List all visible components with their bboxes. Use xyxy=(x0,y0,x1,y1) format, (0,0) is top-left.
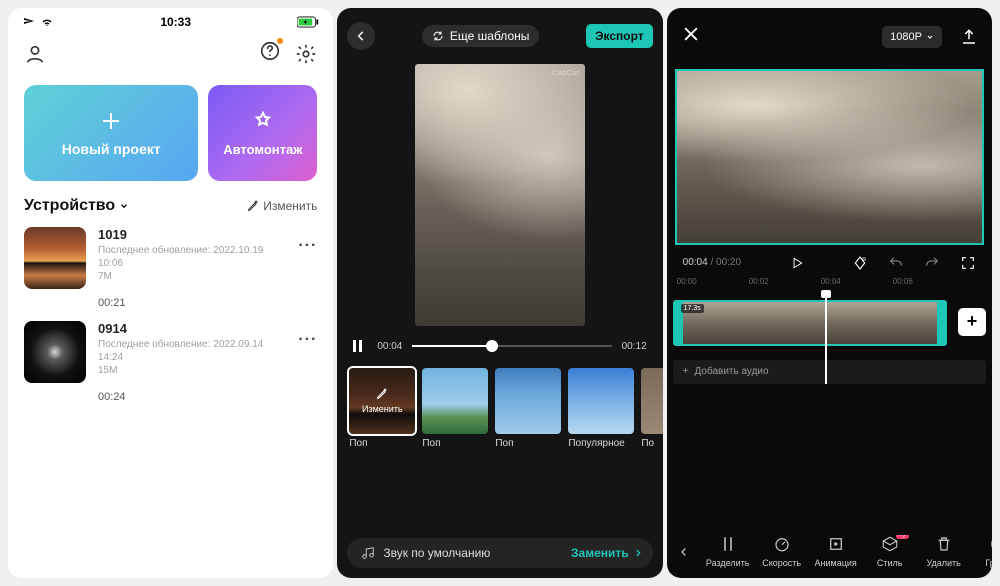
speed-icon xyxy=(773,535,791,553)
current-time: 00:04 xyxy=(377,341,402,352)
tool-style[interactable]: try Стиль xyxy=(863,535,917,568)
wifi-icon xyxy=(40,16,54,28)
editor-screen: 1080P 00:04 / 00:20 00:0000:0200:0400:06… xyxy=(667,8,992,578)
chevron-down-icon xyxy=(926,33,934,41)
wand-icon xyxy=(251,110,275,134)
template-item[interactable]: Поп xyxy=(495,368,561,449)
template-item[interactable]: Популярное xyxy=(568,368,634,449)
replace-audio-button[interactable]: Заменить xyxy=(571,546,643,560)
fullscreen-icon[interactable] xyxy=(960,255,976,271)
animation-icon xyxy=(827,535,845,553)
close-button[interactable] xyxy=(681,24,701,49)
settings-icon[interactable] xyxy=(295,43,317,65)
template-item[interactable]: По xyxy=(641,368,662,449)
close-icon xyxy=(681,24,701,44)
try-badge: try xyxy=(896,535,909,539)
editor-toolbar: Разделить Скорость Анимация try Стиль Уд… xyxy=(667,527,992,578)
new-project-card[interactable]: Новый проект xyxy=(24,85,198,181)
template-item[interactable]: Поп xyxy=(422,368,488,449)
project-duration: 00:21 xyxy=(98,297,286,309)
add-clip-button[interactable]: + xyxy=(958,308,986,336)
music-icon xyxy=(361,546,375,560)
upload-icon[interactable] xyxy=(960,28,978,46)
automontage-card[interactable]: Автомонтаж xyxy=(208,85,317,181)
back-button[interactable] xyxy=(347,22,375,50)
project-duration: 00:24 xyxy=(98,391,286,403)
template-list[interactable]: Изменить Поп Поп Поп Популярное По xyxy=(337,360,662,455)
template-item[interactable]: Изменить Поп xyxy=(349,368,415,449)
clock: 10:33 xyxy=(160,15,191,29)
tool-animation[interactable]: Анимация xyxy=(809,535,863,568)
tool-volume[interactable]: Громк xyxy=(971,535,992,568)
delete-icon xyxy=(935,535,953,553)
chevron-down-icon xyxy=(119,201,129,211)
project-thumbnail xyxy=(24,321,86,383)
timecode: 00:04 / 00:20 xyxy=(683,257,741,268)
audio-label: Звук по умолчанию xyxy=(383,546,490,560)
undo-icon[interactable] xyxy=(888,255,904,271)
template-screen: Еще шаблоны Экспорт CapCut 00:04 00:12 И… xyxy=(337,8,662,578)
new-project-label: Новый проект xyxy=(62,141,161,157)
split-icon xyxy=(719,535,737,553)
battery-icon xyxy=(297,16,319,28)
airplane-icon xyxy=(22,16,36,28)
tool-speed[interactable]: Скорость xyxy=(755,535,809,568)
play-icon[interactable] xyxy=(790,256,804,270)
project-meta: Последнее обновление: 2022.09.14 14:24 1… xyxy=(98,338,286,377)
more-templates-button[interactable]: Еще шаблоны xyxy=(422,25,539,47)
home-toolbar xyxy=(8,36,333,75)
playhead[interactable] xyxy=(825,294,827,384)
pencil-icon xyxy=(376,388,388,400)
chevron-right-icon xyxy=(633,548,643,558)
profile-icon[interactable] xyxy=(24,43,46,65)
template-label: Поп xyxy=(349,438,415,449)
project-name: 0914 xyxy=(98,321,286,336)
watermark: CapCut xyxy=(552,70,579,77)
project-item[interactable]: 1019 Последнее обновление: 2022.10.19 10… xyxy=(8,221,333,315)
resolution-selector[interactable]: 1080P xyxy=(882,26,942,48)
ruler: 00:0000:0200:0400:06 xyxy=(667,275,992,286)
chevron-left-icon xyxy=(354,29,368,43)
keyframe-icon[interactable] xyxy=(852,255,868,271)
automontage-label: Автомонтаж xyxy=(223,142,302,157)
editor-viewport[interactable] xyxy=(677,71,982,243)
redo-icon[interactable] xyxy=(924,255,940,271)
project-thumbnail xyxy=(24,227,86,289)
export-button[interactable]: Экспорт xyxy=(586,24,653,48)
status-bar: 10:33 xyxy=(8,8,333,36)
clip[interactable]: 17.3s xyxy=(673,300,947,346)
device-section-header[interactable]: Устройство xyxy=(24,197,129,215)
timeline[interactable]: 17.3s + xyxy=(667,294,992,354)
pencil-icon xyxy=(247,200,259,212)
volume-icon xyxy=(989,535,992,553)
clip-duration: 17.3s xyxy=(681,304,704,313)
project-name: 1019 xyxy=(98,227,286,242)
refresh-icon xyxy=(432,30,444,42)
project-more-button[interactable]: ··· xyxy=(298,321,317,349)
project-item[interactable]: 0914 Последнее обновление: 2022.09.14 14… xyxy=(8,315,333,409)
pause-button[interactable] xyxy=(353,340,367,352)
toolbar-back-button[interactable] xyxy=(667,546,701,558)
chevron-left-icon xyxy=(678,546,690,558)
project-more-button[interactable]: ··· xyxy=(298,227,317,255)
tool-delete[interactable]: Удалить xyxy=(917,535,971,568)
total-time: 00:12 xyxy=(622,341,647,352)
tool-split[interactable]: Разделить xyxy=(701,535,755,568)
help-button[interactable] xyxy=(259,40,281,67)
audio-bar: Звук по умолчанию Заменить xyxy=(347,538,652,568)
home-screen: 10:33 Новый проект Автомонтаж Устройство xyxy=(8,8,333,578)
plus-icon xyxy=(99,109,123,133)
preview-viewport[interactable]: CapCut xyxy=(415,64,585,326)
add-audio-track[interactable]: +Добавить аудио xyxy=(673,360,986,384)
project-meta: Последнее обновление: 2022.10.19 10:06 7… xyxy=(98,244,286,283)
edit-projects-button[interactable]: Изменить xyxy=(247,199,317,213)
scrubber[interactable] xyxy=(412,345,611,347)
